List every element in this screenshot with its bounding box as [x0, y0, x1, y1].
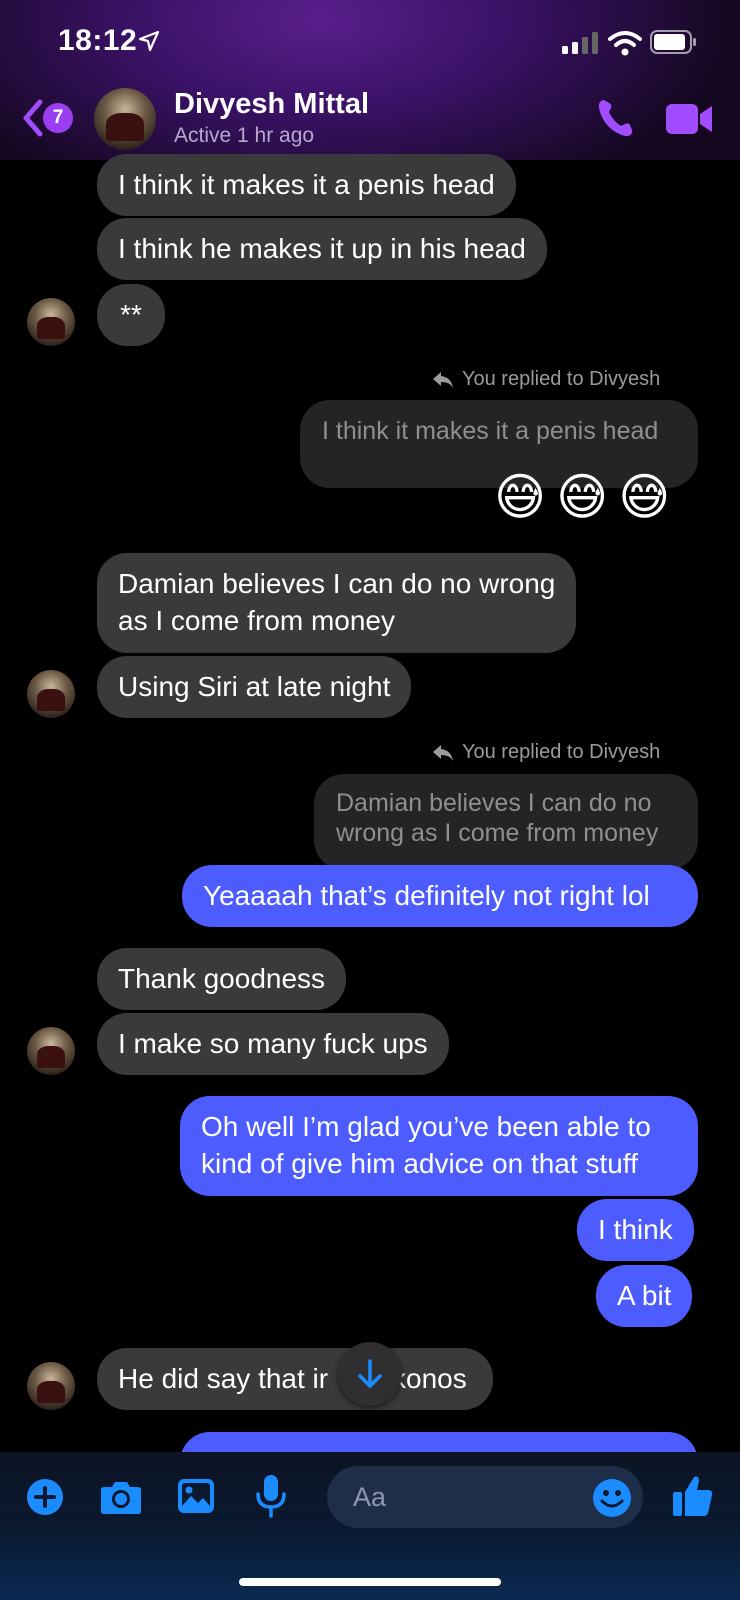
photo-icon[interactable]	[177, 1478, 215, 1514]
message-text: He did say that ir	[118, 1363, 329, 1394]
arrow-down-icon	[358, 1359, 382, 1388]
status-time: 18:12	[58, 24, 138, 57]
incoming-message[interactable]: I think it makes it a penis head	[97, 154, 516, 216]
contact-avatar[interactable]	[94, 88, 156, 150]
thumbs-up-icon[interactable]	[672, 1474, 714, 1518]
location-arrow-icon	[138, 30, 160, 52]
incoming-message[interactable]: **	[97, 284, 165, 346]
sender-avatar[interactable]	[27, 670, 75, 718]
smiley-icon[interactable]	[592, 1478, 632, 1518]
video-camera-icon[interactable]	[666, 102, 714, 136]
incoming-message[interactable]: He did say that ir konos	[97, 1348, 493, 1410]
incoming-message[interactable]: Thank goodness	[97, 948, 347, 1010]
reply-label: You replied to Divyesh	[462, 368, 661, 390]
unread-count-badge[interactable]: 7	[43, 103, 73, 133]
outgoing-message[interactable]: A bit	[596, 1265, 693, 1327]
contact-name[interactable]: Divyesh Mittal	[174, 88, 369, 121]
emoji-reply[interactable]: 😅😅😅	[494, 468, 680, 526]
microphone-icon[interactable]	[255, 1474, 287, 1518]
home-indicator	[239, 1578, 501, 1586]
message-line: as I come from money	[118, 605, 395, 636]
message-line: Oh well I’m glad you’ve been able to	[201, 1111, 651, 1142]
outgoing-message[interactable]: Yeaaaah that’s definitely not right lol	[182, 865, 698, 927]
reply-label: You replied to Divyesh	[462, 741, 661, 763]
sender-avatar[interactable]	[27, 1362, 75, 1410]
phone-icon[interactable]	[596, 98, 634, 138]
quoted-line: Damian believes I can do no	[336, 789, 652, 817]
outgoing-message[interactable]: I think	[577, 1199, 694, 1261]
cellular-signal-icon	[562, 32, 598, 54]
wifi-icon	[608, 31, 642, 56]
quoted-message[interactable]: Damian believes I can do no wrong as I c…	[314, 774, 698, 870]
quoted-line: wrong as I come from money	[336, 819, 659, 847]
quoted-text: I think it makes it a penis head	[322, 417, 659, 445]
camera-icon[interactable]	[100, 1479, 142, 1515]
reply-indicator: You replied to Divyesh	[432, 741, 660, 764]
scroll-to-bottom-button[interactable]	[338, 1342, 402, 1406]
incoming-message[interactable]: Damian believes I can do no wrong as I c…	[97, 553, 577, 653]
message-line: Damian believes I can do no wrong	[118, 568, 556, 599]
contact-active-status: Active 1 hr ago	[174, 124, 315, 147]
reply-arrow-icon	[433, 744, 453, 761]
plus-circle-icon[interactable]	[26, 1478, 64, 1516]
incoming-message[interactable]: I make so many fuck ups	[97, 1013, 449, 1075]
incoming-message[interactable]: Using Siri at late night	[97, 656, 412, 718]
outgoing-message[interactable]: Oh well I’m glad you’ve been able to kin…	[180, 1096, 698, 1196]
sender-avatar[interactable]	[27, 1027, 75, 1075]
reply-arrow-icon	[433, 371, 453, 388]
sender-avatar[interactable]	[27, 298, 75, 346]
reply-indicator: You replied to Divyesh	[432, 368, 660, 391]
message-text: konos	[392, 1363, 467, 1394]
message-line: kind of give him advice on that stuff	[201, 1148, 638, 1179]
battery-icon	[650, 30, 696, 54]
incoming-message[interactable]: I think he makes it up in his head	[97, 218, 547, 280]
